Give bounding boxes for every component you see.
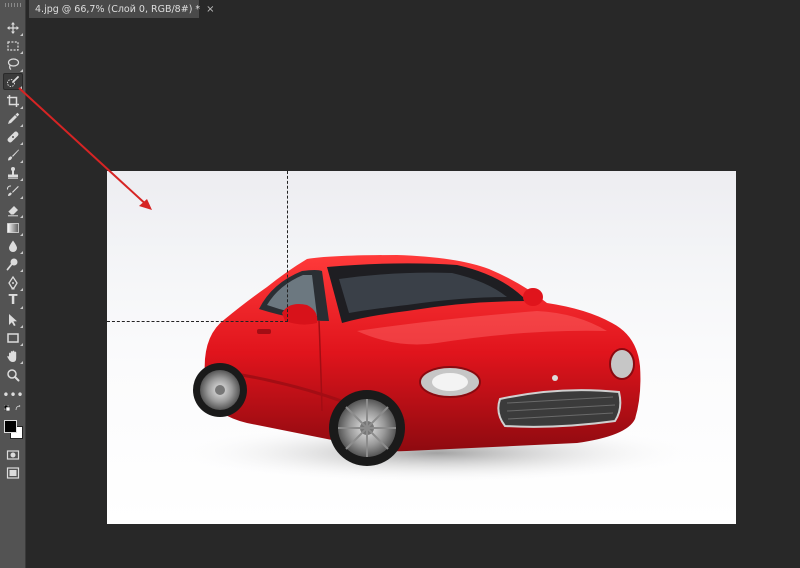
selection-marquee (107, 171, 288, 322)
document-tab[interactable]: 4.jpg @ 66,7% (Слой 0, RGB/8#) * × (29, 0, 215, 18)
crop-tool-icon[interactable] (3, 92, 23, 109)
document-tab-title: 4.jpg @ 66,7% (Слой 0, RGB/8#) * (35, 3, 201, 15)
pen-tool-icon[interactable] (3, 274, 23, 291)
edit-toolbar-icon[interactable]: ••• (2, 386, 24, 403)
eraser-tool-icon[interactable] (3, 201, 23, 218)
type-tool-glyph: T (8, 293, 18, 308)
gradient-tool-icon[interactable] (3, 219, 23, 236)
blur-tool-icon[interactable] (3, 237, 23, 254)
hand-tool-icon[interactable] (3, 347, 23, 364)
dodge-tool-icon[interactable] (3, 255, 23, 272)
screen-mode-icon[interactable] (3, 464, 23, 481)
close-tab-icon[interactable]: × (206, 4, 214, 15)
foreground-color-swatch[interactable] (4, 420, 17, 433)
tools-panel: T ••• (0, 0, 26, 568)
type-tool-icon[interactable]: T (3, 292, 23, 309)
rectangle-tool-icon[interactable] (3, 329, 23, 346)
history-brush-tool-icon[interactable] (3, 182, 23, 199)
eyedropper-tool-icon[interactable] (3, 110, 23, 127)
panel-grip[interactable] (5, 3, 21, 7)
swap-colors-icon[interactable] (15, 405, 21, 411)
lasso-tool-icon[interactable] (3, 55, 23, 72)
move-tool-icon[interactable] (3, 19, 23, 36)
default-colors-icon[interactable] (4, 405, 10, 411)
zoom-tool-icon[interactable] (3, 366, 23, 383)
quick-selection-tool-icon[interactable] (3, 73, 23, 90)
marquee-tool-icon[interactable] (3, 37, 23, 54)
document-tab-bar: 4.jpg @ 66,7% (Слой 0, RGB/8#) * × (26, 0, 800, 18)
more-tools-glyph: ••• (2, 387, 24, 402)
brush-tool-icon[interactable] (3, 146, 23, 163)
healing-brush-tool-icon[interactable] (3, 128, 23, 145)
clone-stamp-tool-icon[interactable] (3, 164, 23, 181)
quick-mask-icon[interactable] (3, 446, 23, 463)
path-selection-tool-icon[interactable] (3, 311, 23, 328)
